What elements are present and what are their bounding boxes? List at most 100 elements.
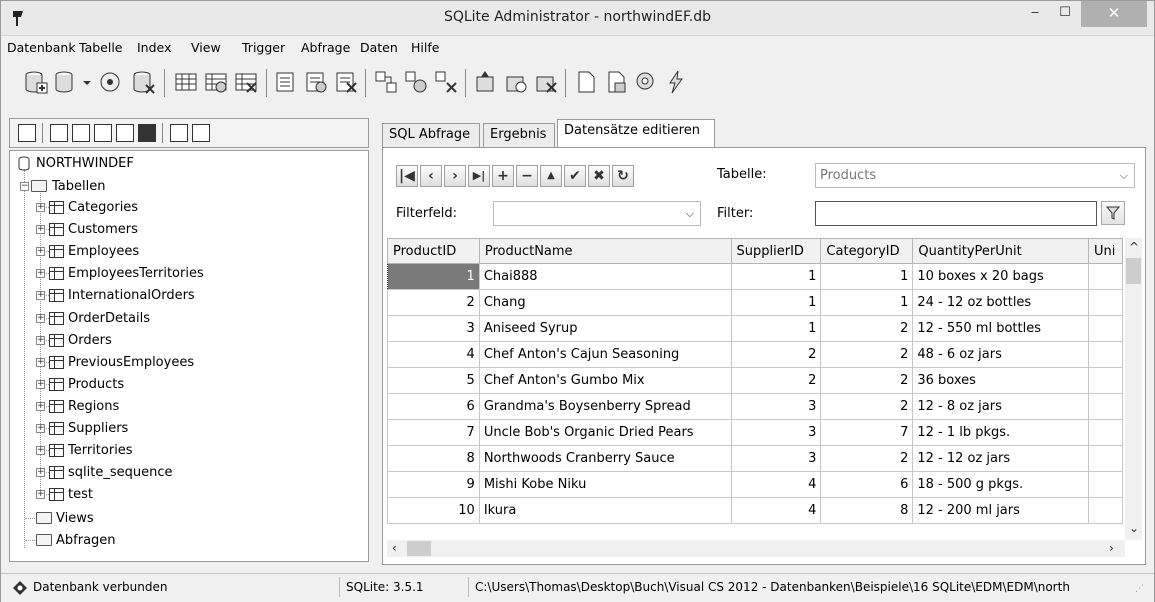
table-cell[interactable]: 10 boxes x 20 bags (912, 263, 1089, 290)
table-cell[interactable]: 2 (387, 289, 480, 316)
report-icon[interactable] (192, 124, 210, 142)
edit-trigger-icon[interactable] (503, 69, 529, 95)
table-cell[interactable]: 8 (820, 497, 914, 524)
settings-icon[interactable] (633, 69, 659, 95)
apply-filter-button[interactable] (1101, 201, 1125, 225)
open-database-icon[interactable] (53, 69, 79, 95)
bomb-icon[interactable] (138, 124, 156, 142)
menu-index[interactable]: Index (137, 40, 171, 55)
table-row[interactable]: 10 Ikura 4 8 12 - 200 ml jars (387, 497, 1123, 524)
table-cell[interactable]: Chef Anton's Cajun Seasoning (478, 341, 732, 368)
delete-table-icon[interactable] (233, 69, 259, 95)
expand-icon[interactable]: + (36, 379, 45, 389)
next-record-button[interactable]: › (444, 165, 466, 187)
database-options-icon[interactable] (97, 69, 123, 95)
filter-input[interactable] (815, 201, 1097, 226)
table-view-icon[interactable] (50, 124, 68, 142)
menu-datenbank[interactable]: Datenbank (7, 40, 76, 55)
table-cell[interactable] (1087, 367, 1123, 394)
column-header[interactable]: Uni (1087, 238, 1123, 264)
table-cell[interactable]: Ikura (478, 497, 732, 524)
filter-field-select[interactable]: ⌵ (493, 201, 701, 226)
table-cell[interactable] (1087, 263, 1123, 290)
table-cell[interactable]: 3 (730, 419, 822, 446)
expand-icon[interactable]: + (36, 225, 45, 235)
expand-icon[interactable]: + (36, 468, 45, 478)
edit-table-icon[interactable] (203, 69, 229, 95)
new-table-icon[interactable] (173, 69, 199, 95)
table-cell[interactable]: 3 (730, 393, 822, 420)
menu-hilfe[interactable]: Hilfe (411, 40, 439, 55)
table-row[interactable]: 4 Chef Anton's Cajun Seasoning 2 2 48 - 6 oz… (387, 341, 1123, 368)
expand-icon[interactable]: + (36, 490, 45, 500)
edit-view-icon[interactable] (403, 69, 429, 95)
execute-icon[interactable] (663, 69, 689, 95)
insert-record-button[interactable]: + (492, 165, 514, 187)
menu-daten[interactable]: Daten (360, 40, 398, 55)
last-record-button[interactable]: ▶| (468, 165, 490, 187)
table-cell[interactable]: 4 (387, 341, 480, 368)
table-cell[interactable]: Chai888 (478, 263, 732, 290)
table-cell[interactable]: 12 - 550 ml bottles (912, 315, 1089, 342)
resize-grip-icon[interactable]: ⋰ (1135, 584, 1144, 594)
scroll-left-icon[interactable]: ‹ (392, 541, 397, 555)
column-header[interactable]: QuantityPerUnit (912, 238, 1089, 264)
expand-icon[interactable]: + (36, 247, 45, 257)
table-cell[interactable]: 2 (730, 341, 822, 368)
document-icon[interactable] (573, 69, 599, 95)
table-cell[interactable] (1087, 341, 1123, 368)
table-cell[interactable]: 1 (387, 263, 480, 290)
table-cell[interactable]: 3 (387, 315, 480, 342)
view-view-icon[interactable] (94, 124, 112, 142)
post-record-button[interactable]: ✔ (564, 165, 586, 187)
table-cell[interactable]: 12 - 200 ml jars (912, 497, 1089, 524)
export-icon[interactable] (603, 69, 629, 95)
table-cell[interactable]: Grandma's Boysenberry Spread (478, 393, 732, 420)
edit-record-button[interactable]: ▲ (540, 165, 562, 187)
table-cell[interactable]: 2 (820, 367, 914, 394)
index-view-icon[interactable] (72, 124, 90, 142)
table-cell[interactable]: 1 (730, 289, 822, 316)
table-cell[interactable]: 1 (820, 263, 914, 290)
column-header[interactable]: ProductID (387, 238, 480, 264)
table-cell[interactable]: Chef Anton's Gumbo Mix (478, 367, 732, 394)
table-cell[interactable]: 2 (820, 393, 914, 420)
table-row[interactable]: 3 Aniseed Syrup 1 2 12 - 550 ml bottles (387, 315, 1123, 342)
table-cell[interactable]: 10 (387, 497, 480, 524)
scroll-up-icon[interactable]: ^ (1129, 240, 1139, 254)
menu-abfrage[interactable]: Abfrage (301, 40, 350, 55)
tab-datensaetze-editieren[interactable]: Datensätze editieren (557, 119, 715, 148)
new-view-icon[interactable] (373, 69, 399, 95)
expand-icon[interactable]: + (36, 401, 45, 411)
table-cell[interactable]: 3 (730, 445, 822, 472)
column-header[interactable]: CategoryID (820, 238, 914, 264)
expand-icon[interactable]: + (36, 446, 45, 456)
table-cell[interactable]: 4 (730, 497, 822, 524)
table-cell[interactable]: 48 - 6 oz jars (912, 341, 1089, 368)
horizontal-scroll-thumb[interactable] (407, 541, 431, 556)
collapse-icon[interactable]: − (20, 182, 29, 191)
column-header[interactable]: SupplierID (730, 238, 822, 264)
table-cell[interactable] (1087, 497, 1123, 524)
expand-icon[interactable]: + (36, 424, 45, 433)
cancel-record-button[interactable]: ✖ (588, 165, 610, 187)
table-cell[interactable]: 5 (387, 367, 480, 394)
table-cell[interactable]: 36 boxes (912, 367, 1089, 394)
table-cell[interactable]: 12 - 1 lb pkgs. (912, 419, 1089, 446)
table-row[interactable]: 7 Uncle Bob's Organic Dried Pears 3 7 12 - 1… (387, 419, 1123, 446)
maximize-button[interactable]: ☐ (1051, 1, 1079, 27)
table-cell[interactable] (1087, 471, 1123, 498)
table-row[interactable]: 2 Chang 1 1 24 - 12 oz bottles (387, 289, 1123, 316)
tab-sql-abfrage[interactable]: SQL Abfrage (382, 123, 480, 147)
refresh-button[interactable]: ↻ (612, 165, 634, 187)
table-cell[interactable]: 18 - 500 g pkgs. (912, 471, 1089, 498)
table-cell[interactable]: 2 (820, 315, 914, 342)
close-database-icon[interactable] (131, 69, 157, 95)
menu-trigger[interactable]: Trigger (242, 40, 285, 55)
table-cell[interactable]: 1 (730, 315, 822, 342)
table-row[interactable]: 1 Chai888 1 1 10 boxes x 20 bags (387, 263, 1123, 290)
expand-icon[interactable]: + (36, 335, 45, 345)
expand-icon[interactable]: + (36, 269, 45, 279)
delete-trigger-icon[interactable] (533, 69, 559, 95)
first-record-button[interactable]: |◀ (396, 165, 418, 187)
